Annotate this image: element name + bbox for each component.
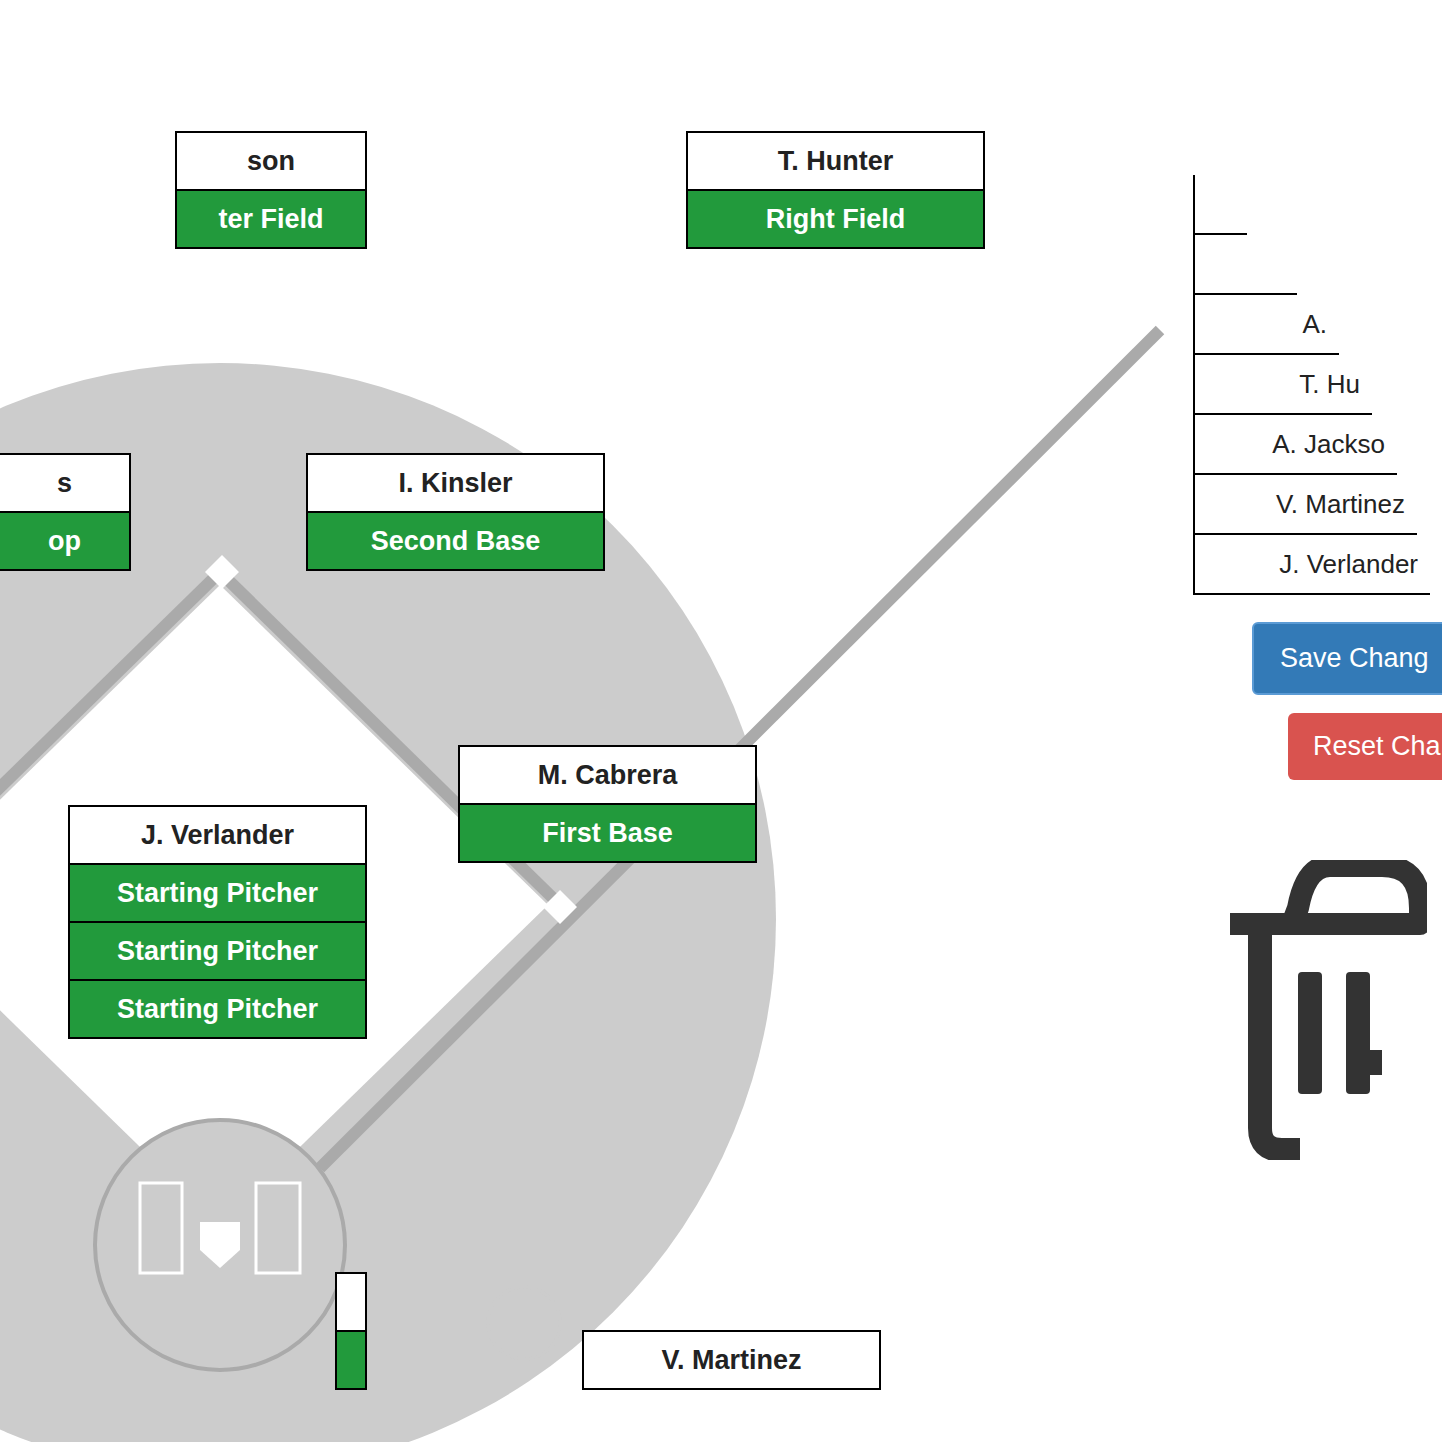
roster-item[interactable]: J. Verlander	[1195, 535, 1430, 595]
roster-item[interactable]: A. Jackso	[1195, 415, 1397, 475]
save-button[interactable]: Save Chang	[1252, 622, 1442, 695]
roster-item[interactable]	[1195, 235, 1297, 295]
roster-list: A.T. HuA. JacksoV. MartinezJ. Verlander	[1193, 175, 1430, 595]
lineup-editor: sonter Field T. HunterRight Field sop I. Ki…	[0, 0, 1442, 1442]
position-label: Starting Pitcher	[70, 979, 365, 1037]
player-card[interactable]: V. Martinez	[582, 1330, 881, 1390]
player-name: s	[0, 455, 129, 511]
player-name: J. Verlander	[70, 807, 365, 863]
player-name: M. Cabrera	[460, 747, 755, 803]
roster-item[interactable]: V. Martinez	[1195, 475, 1417, 535]
player-card[interactable]: sop	[0, 453, 131, 571]
player-card[interactable]	[335, 1272, 367, 1390]
roster-item[interactable]	[1195, 175, 1247, 235]
position-label: Starting Pitcher	[70, 921, 365, 979]
position-label	[337, 1330, 365, 1388]
player-card[interactable]: T. HunterRight Field	[686, 131, 985, 249]
player-card[interactable]: sonter Field	[175, 131, 367, 249]
player-card[interactable]: J. VerlanderStarting PitcherStarting Pit…	[68, 805, 367, 1039]
position-label: Right Field	[688, 189, 983, 247]
position-label: Second Base	[308, 511, 603, 569]
position-label: op	[0, 511, 129, 569]
reset-button[interactable]: Reset Cha	[1288, 713, 1442, 780]
player-card[interactable]: M. CabreraFirst Base	[458, 745, 757, 863]
player-name: V. Martinez	[584, 1332, 879, 1388]
position-label: Starting Pitcher	[70, 863, 365, 921]
trash-icon[interactable]	[1222, 860, 1427, 1160]
position-label: First Base	[460, 803, 755, 861]
player-card[interactable]: I. KinslerSecond Base	[306, 453, 605, 571]
player-name: I. Kinsler	[308, 455, 603, 511]
roster-item[interactable]: T. Hu	[1195, 355, 1372, 415]
player-name: son	[177, 133, 365, 189]
player-name: T. Hunter	[688, 133, 983, 189]
position-label: ter Field	[177, 189, 365, 247]
roster-item[interactable]: A.	[1195, 295, 1339, 355]
player-name	[337, 1274, 365, 1330]
